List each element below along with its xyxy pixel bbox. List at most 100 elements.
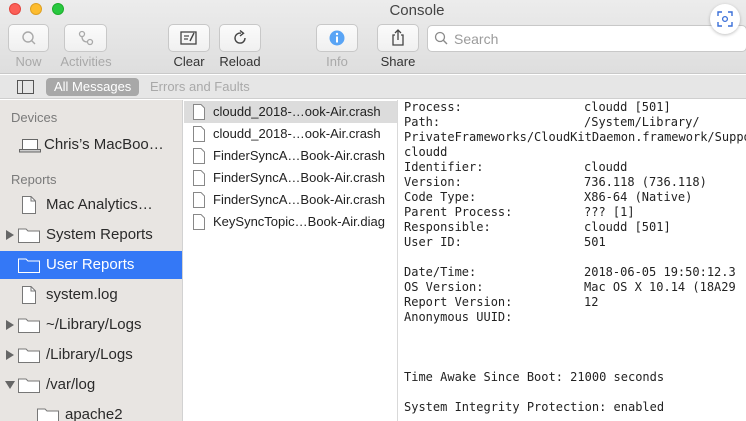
filter-errors-and-faults[interactable]: Errors and Faults <box>150 78 250 96</box>
version-value: 736.118 (736.118) <box>584 175 707 189</box>
sidebar-item-apache2[interactable]: apache2 <box>0 401 182 421</box>
path-continuation: PrivateFrameworks/CloudKitDaemon.framewo… <box>404 130 746 144</box>
file-row[interactable]: KeySyncTopic…Book-Air.diag <box>184 211 397 233</box>
process-value: cloudd [501] <box>584 100 671 114</box>
identifier-value: cloudd <box>584 160 628 174</box>
now-button[interactable] <box>8 24 49 52</box>
scan-icon <box>717 11 733 27</box>
responsible-value: cloudd [501] <box>584 220 671 234</box>
sidebar-item-system-reports[interactable]: System Reports <box>0 221 182 249</box>
sidebar-item-label: System Reports <box>46 226 153 243</box>
reload-icon <box>234 29 246 44</box>
sidebar-item-label: system.log <box>46 286 118 303</box>
disclosure-triangle-icon[interactable] <box>6 230 14 240</box>
document-icon <box>193 126 205 142</box>
now-icon <box>21 31 35 45</box>
sidebar-item-user-library-logs[interactable]: ~/Library/Logs <box>0 311 182 339</box>
document-icon <box>193 170 205 186</box>
search-field[interactable] <box>427 25 746 52</box>
parent-process-label: Parent Process: <box>404 205 513 219</box>
sidebar-item-var-log[interactable]: /var/log <box>0 371 182 399</box>
laptop-icon <box>19 139 41 153</box>
sidebar-item-label: ~/Library/Logs <box>46 316 142 333</box>
sidebar-item-label: /var/log <box>46 376 96 393</box>
anonymous-uuid-label: Anonymous UUID: <box>404 310 513 324</box>
disclosure-triangle-icon[interactable] <box>6 350 14 360</box>
report-version-value: 12 <box>584 295 599 309</box>
parent-process-value: ??? [1] <box>584 205 635 219</box>
sidebar-item-device[interactable]: Chris’s MacBoo… <box>0 131 182 159</box>
reload-button[interactable] <box>219 24 261 52</box>
file-row[interactable]: cloudd_2018-…ook-Air.crash <box>184 123 397 145</box>
folder-icon <box>37 408 59 421</box>
file-row[interactable]: FinderSyncA…Book-Air.crash <box>184 189 397 211</box>
code-type-value: X86-64 (Native) <box>584 190 693 204</box>
document-icon <box>22 286 36 304</box>
activities-icon <box>78 30 93 46</box>
os-version-label: OS Version: <box>404 280 484 294</box>
report-version-label: Report Version: <box>404 295 513 309</box>
file-name: FinderSyncA…Book-Air.crash <box>213 148 385 163</box>
file-row[interactable]: FinderSyncA…Book-Air.crash <box>184 167 397 189</box>
file-row[interactable]: cloudd_2018-…ook-Air.crash <box>184 101 397 123</box>
sidebar-item-label: User Reports <box>46 256 135 273</box>
folder-icon <box>18 258 40 273</box>
clear-button[interactable] <box>168 24 210 52</box>
file-name: KeySyncTopic…Book-Air.diag <box>213 214 385 229</box>
disclosure-triangle-icon[interactable] <box>6 320 14 330</box>
search-input[interactable] <box>454 29 734 49</box>
file-name: FinderSyncA…Book-Air.crash <box>213 192 385 207</box>
reload-label: Reload <box>219 54 261 69</box>
datetime-value: 2018-06-05 19:50:12.3 <box>584 265 736 279</box>
user-id-label: User ID: <box>404 235 462 249</box>
activities-button[interactable] <box>64 24 107 52</box>
file-list: cloudd_2018-…ook-Air.crash cloudd_2018-…… <box>184 100 398 421</box>
now-label: Now <box>15 54 42 69</box>
activities-label: Activities <box>60 54 112 69</box>
sidebar-item-mac-analytics[interactable]: Mac Analytics… <box>0 191 182 219</box>
file-row[interactable]: FinderSyncA…Book-Air.crash <box>184 145 397 167</box>
info-button[interactable] <box>316 24 358 52</box>
sidebar: Devices Chris’s MacBoo… Reports Mac Anal… <box>0 100 183 421</box>
search-icon <box>434 31 448 45</box>
sidebar-item-label: Chris’s MacBoo… <box>44 136 164 153</box>
devices-header: Devices <box>11 110 58 125</box>
screenshot-overlay-button[interactable] <box>710 4 740 34</box>
disclosure-triangle-expanded-icon[interactable] <box>5 381 15 389</box>
os-version-value: Mac OS X 10.14 (18A29 <box>584 280 736 294</box>
share-button[interactable] <box>377 24 419 52</box>
reports-header: Reports <box>11 172 57 187</box>
folder-icon <box>18 378 40 393</box>
sidebar-item-label: apache2 <box>65 406 123 421</box>
time-awake-line: Time Awake Since Boot: 21000 seconds <box>404 370 665 384</box>
sidebar-item-user-reports[interactable]: User Reports <box>0 251 182 279</box>
file-name: cloudd_2018-…ook-Air.crash <box>213 126 381 141</box>
clear-label: Clear <box>173 54 205 69</box>
code-type-label: Code Type: <box>404 190 477 204</box>
sidebar-item-system-log[interactable]: system.log <box>0 281 182 309</box>
titlebar: Console Now Activities Clear Reload Info… <box>0 0 746 74</box>
file-name: FinderSyncA…Book-Air.crash <box>213 170 385 185</box>
info-label: Info <box>326 54 348 69</box>
identifier-label: Identifier: <box>404 160 484 174</box>
sidebar-item-label: /Library/Logs <box>46 346 133 363</box>
window-title: Console <box>389 2 445 19</box>
path-label: Path: <box>404 115 441 129</box>
document-icon <box>193 104 205 120</box>
path-value: /System/Library/ <box>584 115 700 129</box>
sip-line: System Integrity Protection: enabled <box>404 400 665 414</box>
share-label: Share <box>380 54 416 69</box>
sidebar-toggle-icon[interactable] <box>17 80 34 94</box>
user-id-value: 501 <box>584 235 606 249</box>
document-icon <box>193 214 205 230</box>
filter-all-messages[interactable]: All Messages <box>46 78 140 96</box>
document-icon <box>22 196 36 214</box>
filter-bar: All Messages Errors and Faults <box>0 75 746 99</box>
file-name: cloudd_2018-…ook-Air.crash <box>213 104 381 119</box>
document-icon <box>193 148 205 164</box>
crash-report-view[interactable]: Process: cloudd [501] Path: /System/Libr… <box>398 100 746 421</box>
clear-icon <box>180 31 197 45</box>
sidebar-item-label: Mac Analytics… <box>46 196 153 213</box>
sidebar-item-library-logs[interactable]: /Library/Logs <box>0 341 182 369</box>
folder-icon <box>18 348 40 363</box>
